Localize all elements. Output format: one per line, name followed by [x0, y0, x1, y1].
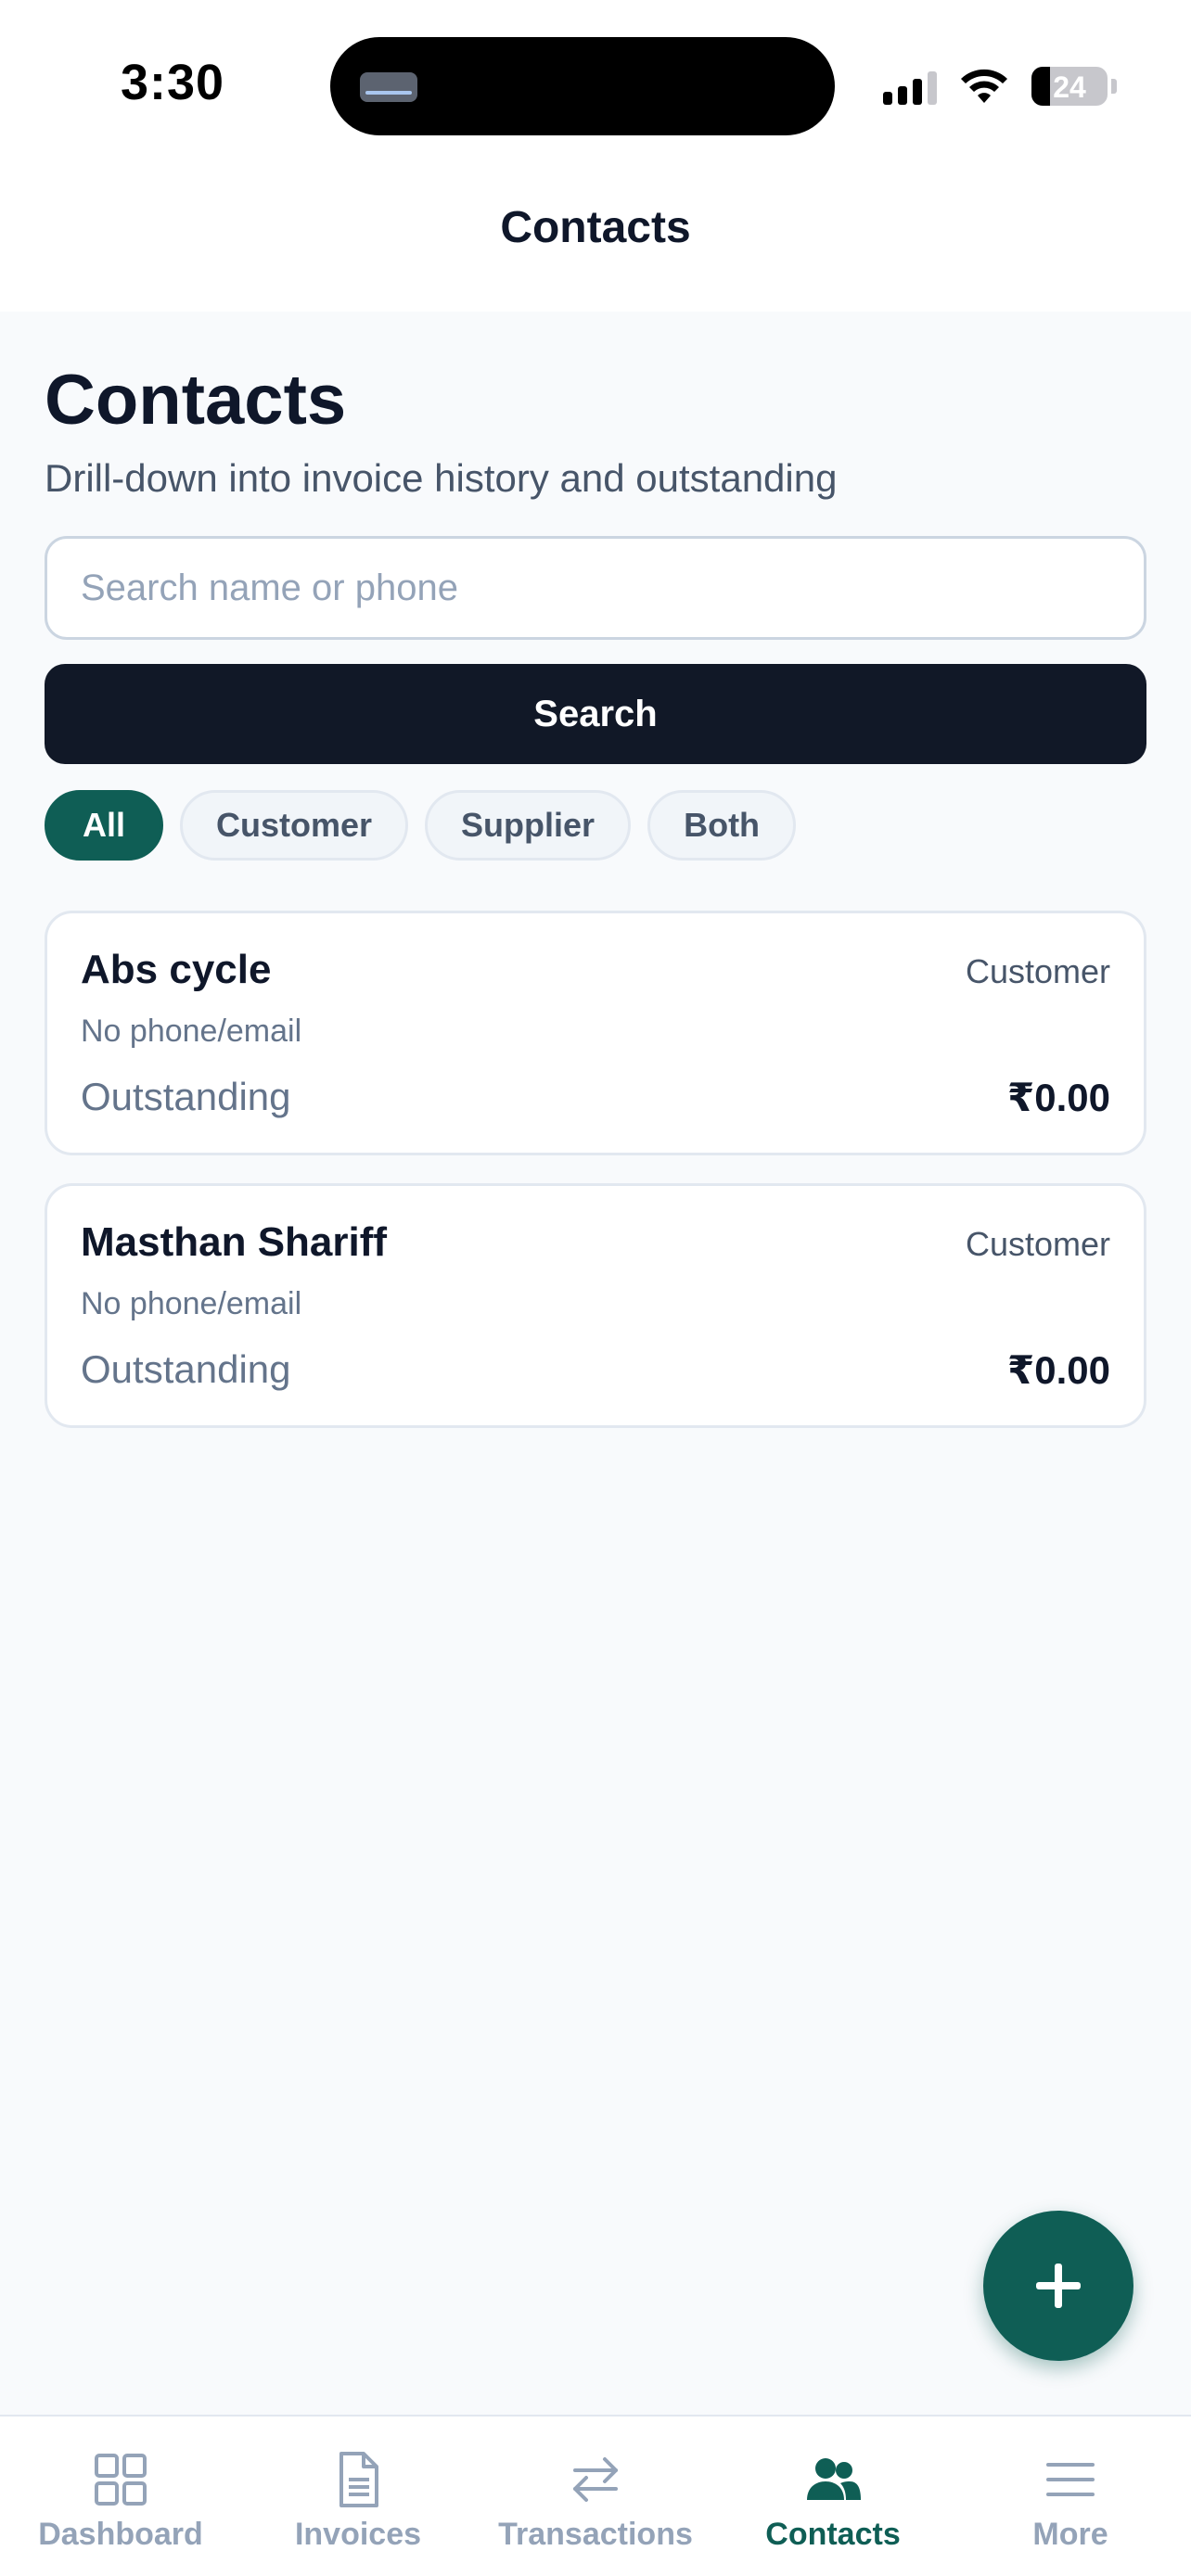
arrows-swap-icon — [573, 2457, 618, 2502]
tab-label: Dashboard — [38, 2517, 203, 2552]
nav-header: Contacts — [0, 167, 1191, 312]
status-icons: 24 — [883, 63, 1117, 109]
plus-icon — [1036, 2264, 1081, 2308]
tab-label: Transactions — [498, 2517, 693, 2552]
contact-details: No phone/email — [81, 1286, 302, 1321]
outstanding-amount: ₹0.00 — [1007, 1348, 1110, 1392]
contact-card[interactable]: Masthan Shariff Customer No phone/email … — [45, 1183, 1146, 1428]
tab-dashboard[interactable]: Dashboard — [2, 2450, 239, 2570]
filter-chip-both[interactable]: Both — [647, 790, 797, 861]
contact-name: Masthan Shariff — [81, 1219, 388, 1265]
contact-card[interactable]: Abs cycle Customer No phone/email Outsta… — [45, 911, 1146, 1155]
page-title: Contacts — [45, 361, 347, 440]
outstanding-label: Outstanding — [81, 1075, 291, 1118]
contact-type: Customer — [965, 1225, 1110, 1263]
page-subtitle: Drill-down into invoice history and outs… — [45, 456, 838, 500]
filter-chip-supplier[interactable]: Supplier — [425, 790, 632, 861]
tab-invoices[interactable]: Invoices — [239, 2450, 477, 2570]
filter-chips: All Customer Supplier Both — [45, 790, 797, 861]
tab-bar: Dashboard Invoices Transactions Contacts… — [0, 2415, 1191, 2576]
status-time: 3:30 — [121, 55, 225, 110]
filter-chip-customer[interactable]: Customer — [180, 790, 409, 861]
tab-label: More — [1032, 2517, 1108, 2552]
filter-chip-all[interactable]: All — [45, 790, 164, 861]
people-icon — [807, 2458, 861, 2500]
contact-details: No phone/email — [81, 1014, 302, 1049]
tab-more[interactable]: More — [952, 2450, 1189, 2570]
screen-indicator-icon — [360, 72, 417, 102]
dynamic-island — [330, 37, 835, 135]
tab-label: Contacts — [765, 2517, 901, 2552]
search-button[interactable]: Search — [45, 664, 1146, 764]
add-contact-button[interactable] — [983, 2211, 1133, 2361]
status-bar: 3:30 24 — [0, 0, 1191, 167]
contact-name: Abs cycle — [81, 947, 272, 992]
nav-title: Contacts — [500, 203, 691, 252]
cellular-signal-icon — [883, 68, 937, 105]
tab-transactions[interactable]: Transactions — [477, 2450, 714, 2570]
outstanding-label: Outstanding — [81, 1347, 291, 1391]
wifi-icon — [961, 69, 1007, 103]
outstanding-amount: ₹0.00 — [1007, 1076, 1110, 1119]
tab-label: Invoices — [294, 2517, 422, 2552]
battery-icon: 24 — [1031, 67, 1108, 106]
search-input[interactable] — [45, 536, 1146, 640]
grid-icon — [95, 2454, 147, 2506]
document-icon — [339, 2452, 378, 2507]
contact-type: Customer — [965, 952, 1110, 990]
menu-icon — [1046, 2463, 1095, 2496]
battery-level: 24 — [1053, 70, 1086, 104]
tab-contacts[interactable]: Contacts — [714, 2450, 952, 2570]
